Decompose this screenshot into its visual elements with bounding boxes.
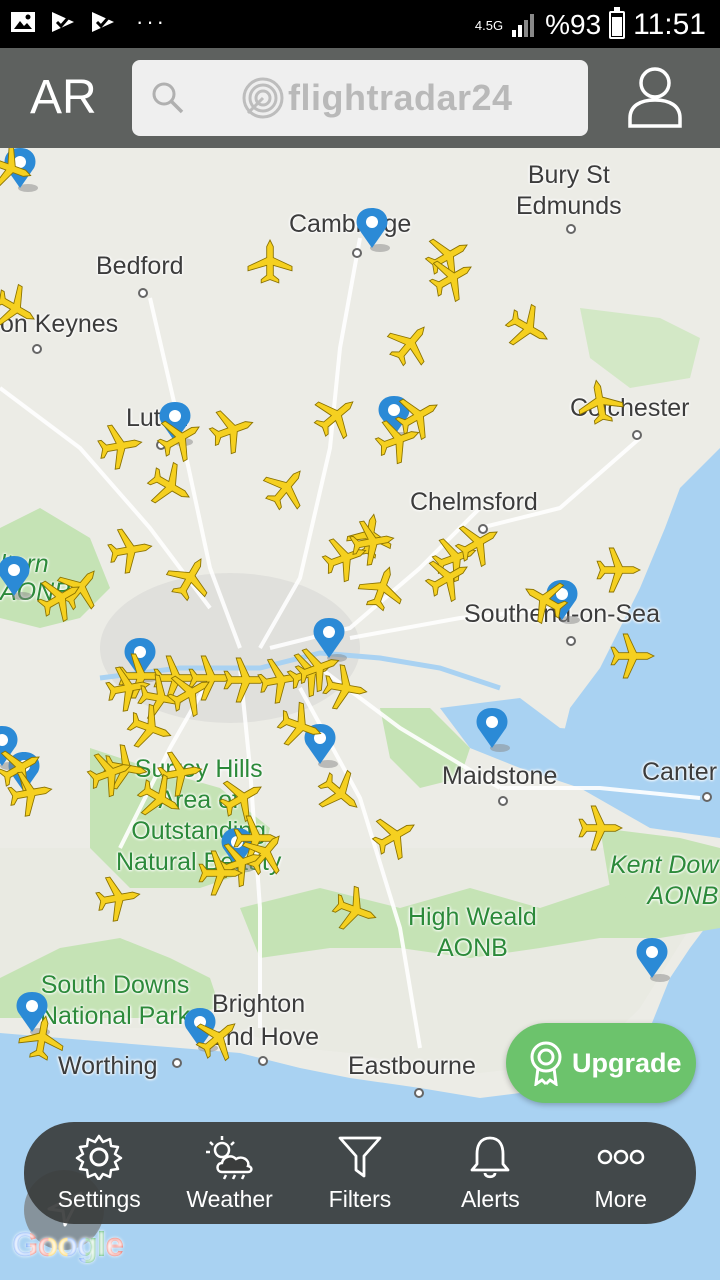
aircraft-icon[interactable]	[353, 559, 411, 616]
user-account-icon[interactable]	[626, 66, 684, 128]
more-icon	[597, 1149, 644, 1164]
aircraft-icon[interactable]	[272, 697, 329, 755]
aircraft-icon[interactable]	[122, 699, 179, 757]
clock: 11:51	[633, 8, 706, 41]
aircraft-icon[interactable]	[105, 524, 156, 576]
aircraft-icon[interactable]	[574, 376, 626, 427]
aircraft-icon[interactable]	[365, 805, 426, 866]
aircraft-icon[interactable]	[93, 872, 144, 924]
bottom-nav: Settings Weather Filters Alerts More	[24, 1122, 696, 1224]
aircraft-icon[interactable]	[247, 239, 293, 284]
status-indicators: 4.5G %93 11:51	[474, 7, 706, 42]
aircraft-icon[interactable]	[212, 767, 273, 828]
battery-icon	[609, 7, 626, 39]
aircraft-icon[interactable]	[95, 420, 146, 472]
aircraft-icon[interactable]	[498, 298, 559, 359]
nav-settings-label: Settings	[57, 1185, 141, 1212]
aircraft-icon[interactable]	[596, 547, 641, 593]
aircraft-icon[interactable]	[610, 633, 655, 679]
aircraft-icon[interactable]	[0, 148, 39, 197]
aircraft-icon[interactable]	[514, 569, 575, 630]
aircraft-icon[interactable]	[82, 744, 139, 802]
status-bar: ··· 4.5G %93 11:51	[0, 0, 720, 48]
nav-alerts[interactable]: Alerts	[428, 1134, 552, 1213]
aircraft-icon[interactable]	[327, 881, 384, 939]
flight-map[interactable]: Cambridge Bury St Edmunds Bedford on Key…	[0, 148, 720, 1280]
top-bar: AR flightradar24	[0, 48, 720, 148]
nav-filters[interactable]: Filters	[298, 1134, 422, 1213]
aircraft-icon[interactable]	[49, 556, 112, 619]
search-icon	[152, 82, 184, 114]
nav-weather-label: Weather	[186, 1185, 273, 1212]
aircraft-layer	[0, 148, 655, 1069]
nav-more[interactable]: More	[559, 1134, 683, 1213]
nav-filters-label: Filters	[328, 1185, 392, 1212]
radar-icon	[242, 77, 284, 119]
aircraft-icon[interactable]	[0, 278, 46, 339]
nav-settings[interactable]: Settings	[37, 1134, 161, 1213]
upgrade-label: Upgrade	[572, 1047, 682, 1078]
aircraft-icon[interactable]	[140, 456, 201, 517]
aircraft-icon[interactable]	[309, 762, 372, 825]
battery-percent: %93	[545, 9, 602, 40]
aircraft-icon[interactable]	[160, 547, 221, 608]
network-type: 4.5G	[474, 17, 504, 33]
weather-icon	[205, 1135, 253, 1180]
nav-more-label: More	[594, 1185, 647, 1212]
logo-text: flightradar24	[288, 77, 513, 118]
gear-icon	[75, 1134, 123, 1180]
gallery-icon	[11, 12, 35, 32]
more-notifications-icon: ···	[136, 9, 167, 34]
search-bar[interactable]: flightradar24	[132, 60, 588, 136]
flightradar24-logo: flightradar24	[242, 74, 513, 122]
aircraft-icon[interactable]	[379, 312, 442, 375]
google-logo: Google	[12, 1226, 124, 1265]
notification-icons: ···	[10, 10, 167, 34]
bell-icon	[470, 1136, 510, 1178]
upgrade-button[interactable]: Upgrade	[506, 1023, 696, 1103]
aircraft-icon[interactable]	[187, 1006, 250, 1069]
aircraft-icon[interactable]	[578, 805, 623, 851]
signal-icon	[512, 14, 535, 37]
award-ribbon-icon	[530, 1041, 562, 1086]
aircraft-icon[interactable]	[305, 384, 368, 447]
nav-weather[interactable]: Weather	[168, 1134, 292, 1213]
filter-icon	[338, 1136, 382, 1177]
check-icon	[52, 12, 74, 32]
aircraft-icon[interactable]	[150, 407, 211, 468]
aircraft-icon[interactable]	[255, 456, 318, 519]
aircraft-icon[interactable]	[103, 662, 154, 714]
aircraft-icon[interactable]	[204, 401, 261, 459]
ar-button[interactable]: AR	[30, 70, 97, 125]
nav-alerts-label: Alerts	[460, 1185, 520, 1212]
aircraft-icon[interactable]	[16, 1012, 68, 1063]
check-icon	[92, 12, 114, 32]
google-logo-text: Google	[12, 1226, 124, 1264]
aircraft-icon[interactable]	[320, 662, 371, 714]
